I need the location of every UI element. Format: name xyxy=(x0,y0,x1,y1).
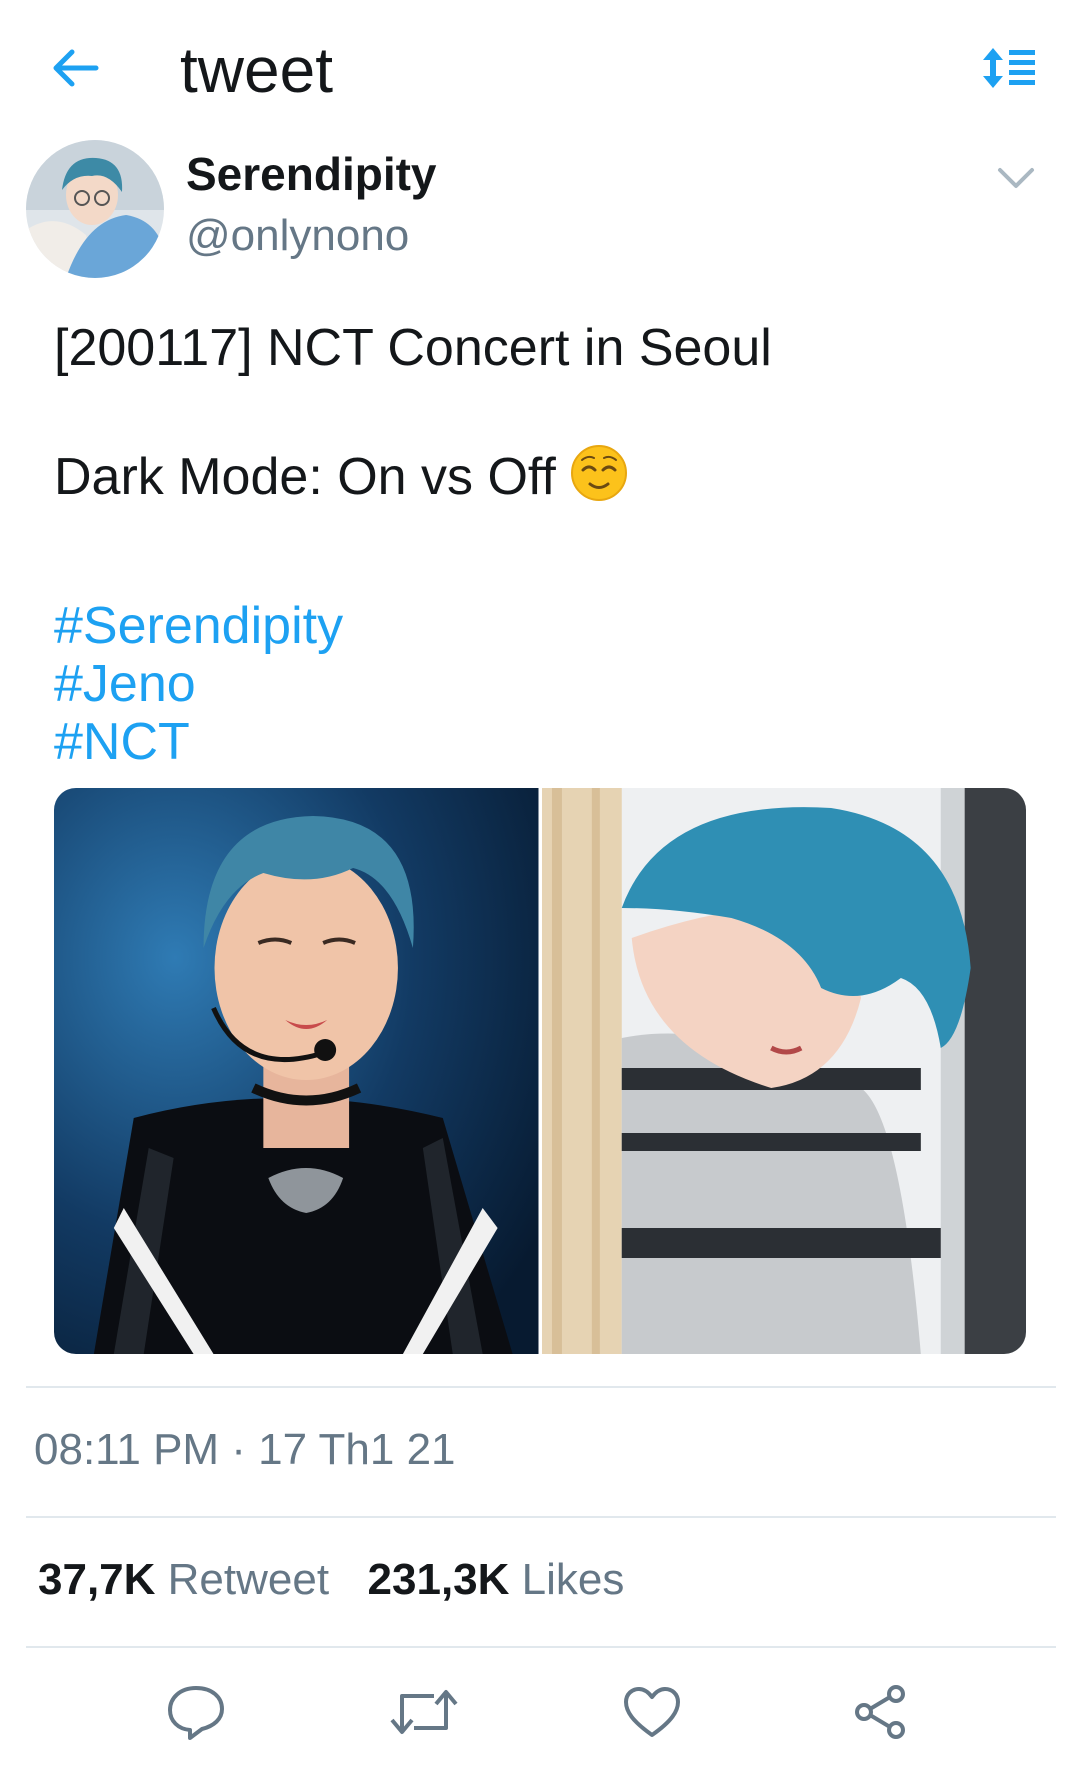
tweet-line-caption-text: Dark Mode: On vs Off xyxy=(54,448,556,506)
media-photo-left[interactable] xyxy=(54,788,539,1354)
share-icon xyxy=(855,1685,905,1739)
like-heart-icon xyxy=(624,1687,680,1737)
tweet-author: Serendipity @onlynono xyxy=(26,140,1056,280)
tweet-stats: 37,7K Retweet 231,3K Likes xyxy=(38,1550,624,1610)
top-app-bar: tweet xyxy=(0,0,1080,140)
likes-count: 231,3K xyxy=(367,1555,510,1604)
retweets-stat[interactable]: 37,7K Retweet xyxy=(38,1555,329,1604)
divider xyxy=(26,1516,1056,1518)
user-handle[interactable]: @onlynono xyxy=(186,208,409,264)
like-button[interactable] xyxy=(612,1672,692,1752)
divider xyxy=(26,1646,1056,1648)
tweet-timestamp: 08:11 PM · 17 Th1 21 xyxy=(34,1425,456,1474)
relieved-face-icon xyxy=(570,444,628,517)
tweet-line-caption: Dark Mode: On vs Off xyxy=(54,444,1034,508)
sort-toggle-button[interactable] xyxy=(974,38,1044,98)
media-photo-right[interactable] xyxy=(538,788,1026,1354)
retweet-button[interactable] xyxy=(384,1672,464,1752)
chevron-down-icon xyxy=(998,168,1034,188)
tweet-action-bar xyxy=(0,1672,1080,1752)
retweet-icon xyxy=(390,1690,458,1734)
likes-stat[interactable]: 231,3K Likes xyxy=(368,1555,625,1604)
tweet-text: [200117] NCT Concert in Seoul Dark Mode:… xyxy=(54,316,1034,771)
display-name[interactable]: Serendipity xyxy=(186,144,437,204)
avatar[interactable] xyxy=(26,140,164,278)
tweet-media xyxy=(54,788,1026,1354)
hashtag-link[interactable]: #Serendipity xyxy=(54,597,343,655)
tweet-line-title: [200117] NCT Concert in Seoul xyxy=(54,319,772,377)
hashtag-link[interactable]: #NCT xyxy=(54,713,190,771)
page-title: tweet xyxy=(180,34,333,106)
reply-icon xyxy=(168,1686,224,1740)
divider xyxy=(26,1386,1056,1388)
share-button[interactable] xyxy=(840,1672,920,1752)
sort-toggle-icon xyxy=(983,48,1035,88)
back-button[interactable] xyxy=(40,38,112,98)
arrow-left-icon xyxy=(53,49,99,87)
tweet-options-button[interactable] xyxy=(986,148,1046,208)
retweets-label: Retweet xyxy=(167,1555,330,1604)
likes-label: Likes xyxy=(521,1555,625,1604)
reply-button[interactable] xyxy=(156,1672,236,1752)
retweets-count: 37,7K xyxy=(38,1555,156,1604)
hashtag-link[interactable]: #Jeno xyxy=(54,655,196,713)
